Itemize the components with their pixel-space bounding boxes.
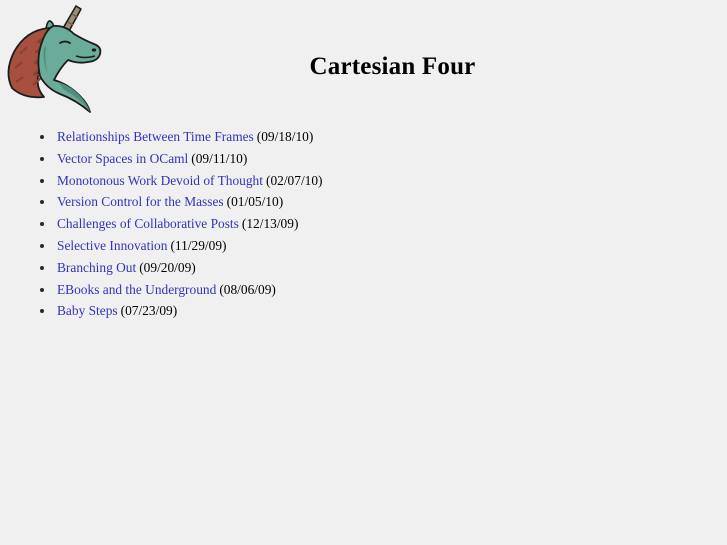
bullet-icon: [40, 156, 44, 161]
bullet-icon: [40, 287, 44, 292]
post-date: (11/29/09): [170, 237, 227, 253]
list-item: Vector Spaces in OCaml (09/11/10): [0, 148, 727, 170]
page-title: Cartesian Four: [309, 53, 476, 80]
list-item: EBooks and the Underground (08/06/09): [0, 279, 727, 301]
post-link[interactable]: Selective Innovation: [57, 238, 167, 253]
bullet-icon: [40, 243, 44, 248]
post-date: (09/11/10): [191, 150, 248, 166]
post-link[interactable]: Challenges of Collaborative Posts: [57, 216, 239, 231]
bullet-icon: [40, 178, 44, 183]
list-item: Branching Out (09/20/09): [0, 257, 727, 279]
post-date: (12/13/09): [241, 216, 299, 232]
bullet-icon: [40, 200, 44, 205]
bullet-icon: [40, 135, 44, 139]
bullet-icon: [40, 265, 44, 270]
list-item: Baby Steps (07/23/09): [0, 300, 727, 322]
post-date: (02/07/10): [265, 172, 323, 188]
post-link[interactable]: Baby Steps: [57, 303, 118, 318]
post-date: (07/23/09): [120, 303, 178, 319]
list-item: Version Control for the Masses (01/05/10): [0, 191, 727, 213]
page-header: Cartesian Four: [0, 0, 727, 118]
list-item: Relationships Between Time Frames (09/18/…: [0, 126, 727, 148]
bullet-icon: [40, 222, 44, 227]
post-link[interactable]: EBooks and the Underground: [57, 282, 216, 297]
list-item: Monotonous Work Devoid of Thought (02/07/…: [0, 170, 727, 192]
list-item: Challenges of Collaborative Posts (12/13/…: [0, 213, 727, 235]
post-date: (08/06/09): [219, 281, 276, 297]
bullet-icon: [40, 309, 44, 314]
post-link[interactable]: Monotonous Work Devoid of Thought: [57, 173, 263, 188]
post-date: (01/05/10): [226, 194, 284, 210]
post-link[interactable]: Branching Out: [57, 260, 136, 275]
post-date: (09/18/10): [256, 129, 314, 144]
post-link[interactable]: Version Control for the Masses: [57, 194, 224, 209]
list-item: Selective Innovation (11/29/09): [0, 235, 727, 257]
post-date: (09/20/09): [139, 259, 196, 275]
post-link[interactable]: Relationships Between Time Frames: [57, 129, 254, 144]
post-list: Relationships Between Time Frames (09/18/…: [0, 126, 727, 322]
post-link[interactable]: Vector Spaces in OCaml: [57, 151, 188, 166]
